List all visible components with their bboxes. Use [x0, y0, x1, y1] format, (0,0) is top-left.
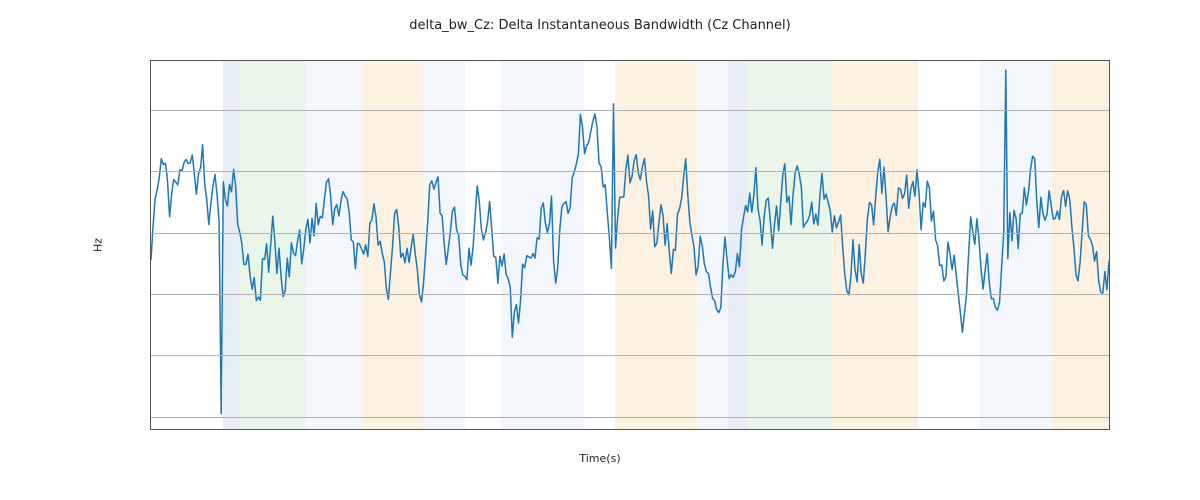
chart-axes: 0.91.01.11.21.31.42000400060008000 — [150, 60, 1110, 430]
y-axis-label: Hz — [92, 238, 105, 252]
grid-line — [151, 110, 1109, 111]
y-tick-mark — [150, 233, 151, 234]
grid-line — [151, 417, 1109, 418]
x-tick-mark — [769, 429, 770, 430]
chart-title: delta_bw_Cz: Delta Instantaneous Bandwid… — [0, 18, 1200, 33]
grid-line — [151, 233, 1109, 234]
y-tick-mark — [150, 355, 151, 356]
chart-figure: delta_bw_Cz: Delta Instantaneous Bandwid… — [0, 0, 1200, 500]
x-axis-label: Time(s) — [0, 452, 1200, 465]
series-line-layer — [151, 61, 1109, 429]
series-line — [151, 70, 1109, 414]
y-tick-mark — [150, 294, 151, 295]
y-tick-mark — [150, 171, 151, 172]
grid-line — [151, 294, 1109, 295]
y-tick-mark — [150, 110, 151, 111]
y-tick-mark — [150, 417, 151, 418]
x-tick-mark — [975, 429, 976, 430]
grid-line — [151, 171, 1109, 172]
x-tick-mark — [563, 429, 564, 430]
x-tick-mark — [357, 429, 358, 430]
grid-line — [151, 355, 1109, 356]
